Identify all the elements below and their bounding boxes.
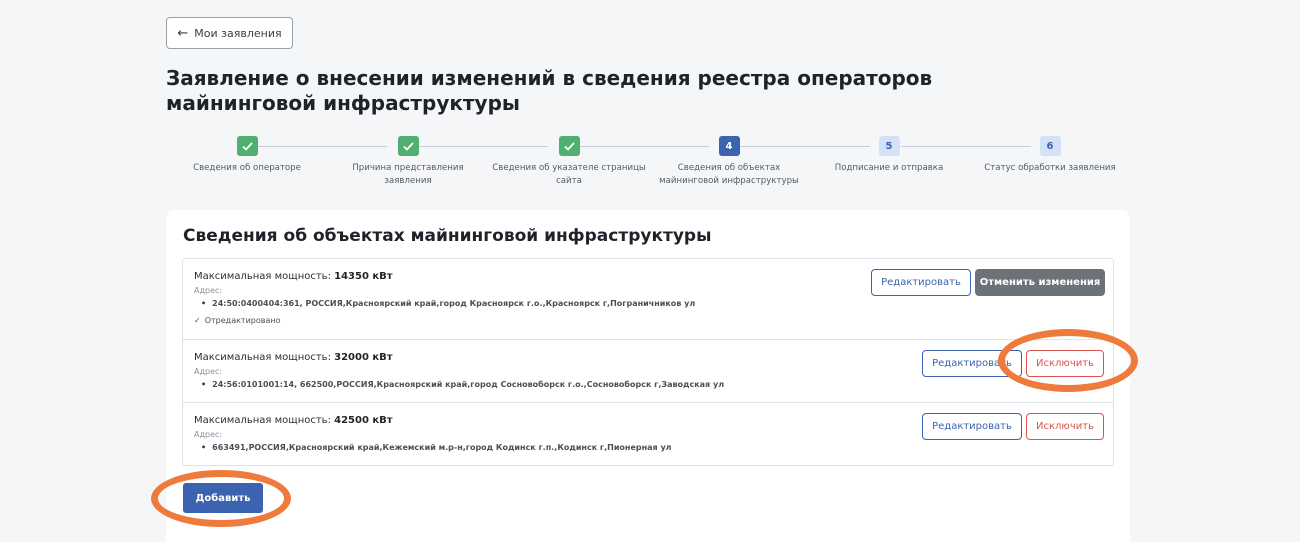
step-label: Сведения об указателе страницы сайта: [492, 163, 646, 186]
step-complete-check-icon: [558, 136, 580, 156]
step-number: 4: [718, 136, 740, 156]
step-mining-objects: 4 Сведения об объектах майнинговой инфра…: [649, 136, 809, 188]
step-label: Сведения об операторе: [193, 163, 301, 173]
edited-status: ✓ Отредактировано: [194, 316, 281, 325]
power-label: Максимальная мощность:: [194, 352, 331, 363]
step-number: 5: [878, 136, 900, 156]
address-label: Адрес:: [194, 430, 223, 439]
address-value: 663491,РОССИЯ,Красноярский край,Кежемски…: [201, 443, 671, 452]
mining-objects-card: Сведения об объектах майнинговой инфраст…: [166, 210, 1130, 542]
edit-button[interactable]: Редактировать: [871, 269, 971, 296]
address-label: Адрес:: [194, 367, 223, 376]
power-line: Максимальная мощность: 14350 кВт: [194, 271, 393, 282]
power-line: Максимальная мощность: 42500 кВт: [194, 415, 393, 426]
step-status: 6 Статус обработки заявления: [970, 136, 1130, 175]
stepper: Сведения об операторе Причина представле…: [166, 136, 1130, 192]
step-label: Причина представления заявления: [352, 163, 464, 186]
step-operator: Сведения об операторе: [167, 136, 327, 175]
power-value: 42500 кВт: [334, 415, 393, 426]
address-value: 24:50:0400404:361, РОССИЯ,Красноярский к…: [201, 299, 695, 308]
step-label: Статус обработки заявления: [984, 163, 1116, 173]
back-button[interactable]: ← Мои заявления: [166, 17, 293, 49]
section-title: Сведения об объектах майнинговой инфраст…: [183, 226, 712, 246]
arrow-left-icon: ←: [177, 25, 189, 41]
exclude-button[interactable]: Исключить: [1026, 413, 1104, 440]
list-item: Максимальная мощность: 42500 кВт Адрес: …: [183, 402, 1113, 465]
edit-button[interactable]: Редактировать: [922, 413, 1022, 440]
step-complete-check-icon: [397, 136, 419, 156]
step-signing: 5 Подписание и отправка: [809, 136, 969, 175]
address-label: Адрес:: [194, 286, 223, 295]
step-label: Сведения об объектах майнинговой инфраст…: [659, 163, 799, 186]
back-button-label: Мои заявления: [194, 26, 282, 40]
list-item: Максимальная мощность: 14350 кВт Адрес: …: [183, 259, 1113, 339]
step-label: Подписание и отправка: [834, 163, 944, 173]
page-title: Заявление о внесении изменений в сведени…: [166, 66, 933, 115]
highlight-ring-exclude: [998, 329, 1138, 392]
step-complete-check-icon: [236, 136, 258, 156]
power-value: 14350 кВт: [334, 271, 393, 282]
power-label: Максимальная мощность:: [194, 271, 331, 282]
power-label: Максимальная мощность:: [194, 415, 331, 426]
list-item: Максимальная мощность: 32000 кВт Адрес: …: [183, 339, 1113, 402]
edited-label: Отредактировано: [204, 316, 281, 325]
step-site-pointer: Сведения об указателе страницы сайта: [489, 136, 649, 188]
cancel-changes-button[interactable]: Отменить изменения: [975, 269, 1105, 296]
step-reason: Причина представления заявления: [328, 136, 488, 188]
address-value: 24:56:0101001:14, 662500,РОССИЯ,Краснояр…: [201, 380, 724, 389]
power-line: Максимальная мощность: 32000 кВт: [194, 352, 393, 363]
power-value: 32000 кВт: [334, 352, 393, 363]
check-icon: ✓: [194, 316, 201, 325]
step-number: 6: [1039, 136, 1061, 156]
highlight-ring-add: [151, 470, 291, 527]
objects-list: Максимальная мощность: 14350 кВт Адрес: …: [182, 258, 1114, 466]
